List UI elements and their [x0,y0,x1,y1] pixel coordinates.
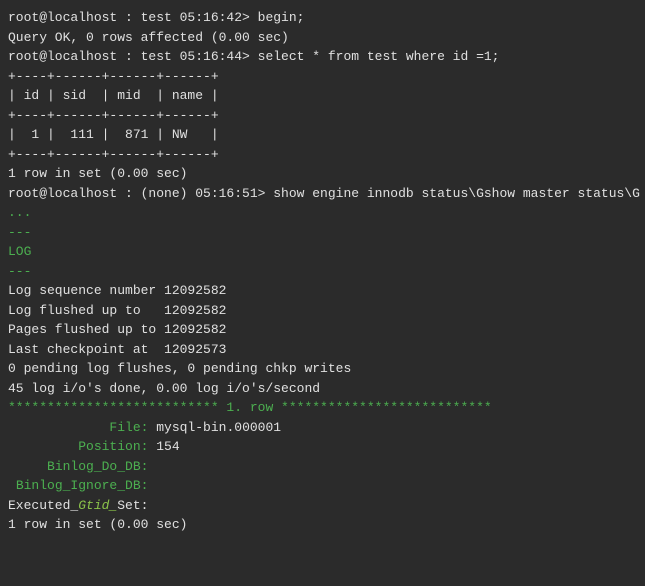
terminal-line: Log sequence number 12092582 [8,281,637,301]
terminal-line: 1 row in set (0.00 sec) [8,164,637,184]
footer-row-count: 1 row in set (0.00 sec) [8,515,637,535]
terminal-line: root@localhost : test 05:16:42> begin; [8,8,637,28]
terminal-line: +----+------+------+------+ [8,67,637,87]
terminal-line: root@localhost : test 05:16:44> select *… [8,47,637,67]
terminal-line: | id | sid | mid | name | [8,86,637,106]
row-separator: *************************** 1. row *****… [8,398,637,418]
terminal-line: Query OK, 0 rows affected (0.00 sec) [8,28,637,48]
binlog-ignore-db-label: Binlog_Ignore_DB: [8,478,148,493]
master-status-binlog-do-db: Binlog_Do_DB: [8,457,637,477]
terminal-line: root@localhost : (none) 05:16:51> show e… [8,184,637,204]
terminal-line: Log flushed up to 12092582 [8,301,637,321]
terminal-line: | 1 | 111 | 871 | NW | [8,125,637,145]
executed-gtid-text: Gtid_ [78,498,117,513]
terminal-line: 45 log i/o's done, 0.00 log i/o's/second [8,379,637,399]
position-value: 154 [156,439,179,454]
executed-suffix: Set: [117,498,148,513]
terminal-line: Last checkpoint at 12092573 [8,340,637,360]
terminal-line: 0 pending log flushes, 0 pending chkp wr… [8,359,637,379]
file-label: File: [8,420,148,435]
master-status-file: File: mysql-bin.000001 [8,418,637,438]
master-status-position: Position: 154 [8,437,637,457]
terminal-line: --- [8,223,637,243]
executed-prefix: Executed_ [8,498,78,513]
terminal-line: ... [8,203,637,223]
master-status-executed-gtid: Executed_Gtid_Set: [8,496,637,516]
file-value: mysql-bin.000001 [156,420,281,435]
terminal-output: root@localhost : test 05:16:42> begin;Qu… [8,8,637,398]
terminal-line: --- [8,262,637,282]
terminal-line: +----+------+------+------+ [8,145,637,165]
binlog-do-db-label: Binlog_Do_DB: [8,459,148,474]
position-label: Position: [8,439,148,454]
terminal-line: +----+------+------+------+ [8,106,637,126]
master-status-binlog-ignore-db: Binlog_Ignore_DB: [8,476,637,496]
terminal-line: Pages flushed up to 12092582 [8,320,637,340]
terminal-line: LOG [8,242,637,262]
